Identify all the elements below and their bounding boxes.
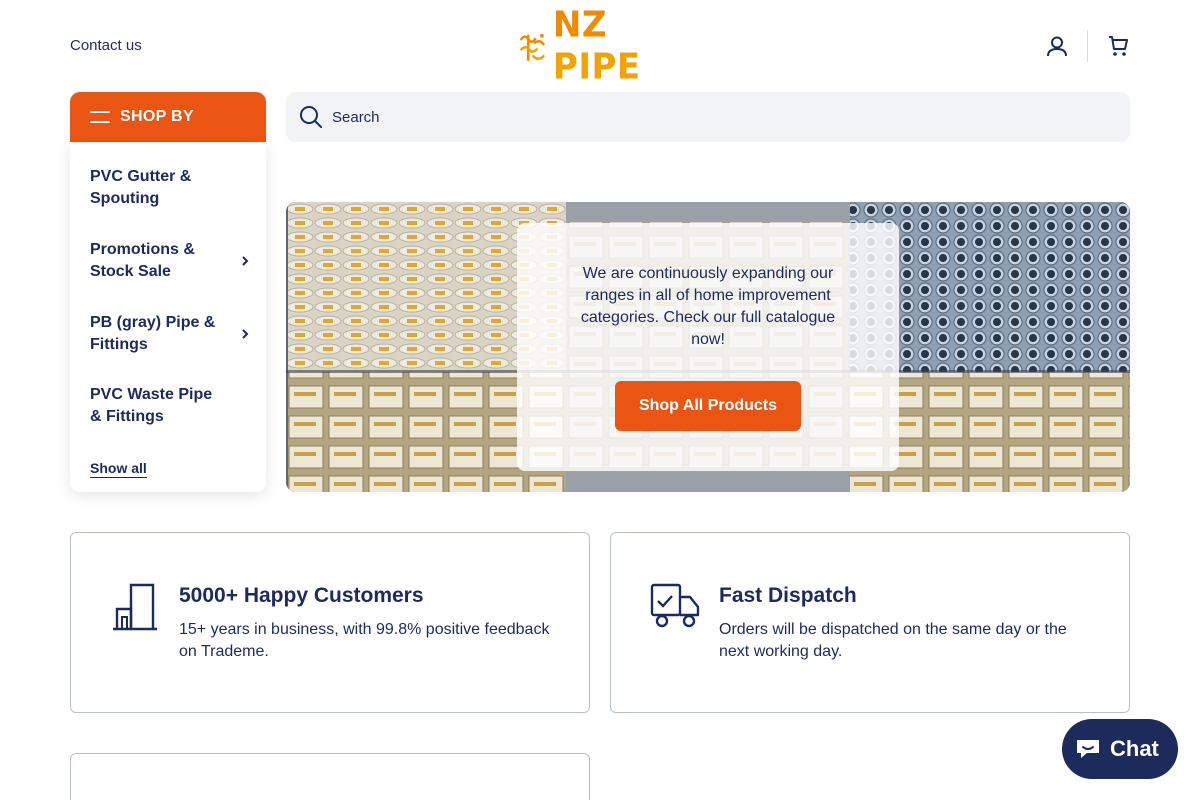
search-bar[interactable]	[286, 92, 1130, 142]
logo-wordmark: NZ PIPE	[553, 4, 684, 88]
search-icon[interactable]	[298, 104, 324, 130]
feature-title: 5000+ Happy Customers	[179, 584, 424, 607]
delivery-truck-icon	[650, 583, 700, 628]
logo-mark-icon	[520, 33, 545, 61]
header-actions	[1045, 30, 1130, 62]
shop-by-button[interactable]: SHOP BY	[70, 92, 266, 142]
category-item-promotions[interactable]: Promotions & Stock Sale	[90, 239, 250, 283]
category-label: Promotions & Stock Sale	[90, 241, 195, 280]
logo-pipe: PIPE	[552, 46, 641, 88]
header-divider	[1087, 30, 1088, 62]
feature-description: Orders will be dispatched on the same da…	[719, 621, 1067, 660]
hero-text: We are continuously expanding our ranges…	[580, 265, 836, 348]
search-input[interactable]	[332, 108, 1032, 126]
nz-pipe-logo[interactable]: NZ PIPE	[518, 4, 684, 88]
hero-overlay-card: We are continuously expanding our ranges…	[517, 223, 899, 471]
site-header: Contact us NZ PIPE	[0, 0, 1200, 92]
show-all-link[interactable]: Show all	[90, 460, 147, 478]
user-icon[interactable]	[1045, 34, 1069, 58]
feature-card-customers: 5000+ Happy Customers 15+ years in busin…	[70, 532, 590, 713]
feature-card-dispatch: Fast Dispatch Orders will be dispatched …	[610, 532, 1130, 713]
warehouse-icon	[113, 583, 157, 631]
chat-label: Chat	[1110, 736, 1159, 761]
category-item-pvc-waste[interactable]: PVC Waste Pipe & Fittings	[90, 384, 250, 428]
feature-title: Fast Dispatch	[719, 584, 857, 607]
feature-description: 15+ years in business, with 99.8% positi…	[179, 621, 550, 660]
chevron-right-icon	[242, 329, 249, 339]
category-label: PVC Waste Pipe & Fittings	[90, 386, 213, 425]
menu-icon	[90, 111, 110, 123]
category-label: PB (gray) Pipe & Fittings	[90, 314, 216, 353]
logo-nz: NZ	[552, 4, 608, 46]
contact-us-link[interactable]: Contact us	[70, 37, 142, 54]
chat-bubble-icon	[1077, 740, 1099, 758]
shop-all-products-button[interactable]: Shop All Products	[615, 381, 801, 431]
category-item-pb-pipe[interactable]: PB (gray) Pipe & Fittings	[90, 312, 250, 356]
hero-banner: We are continuously expanding our ranges…	[286, 202, 1130, 492]
category-label: PVC Gutter & Spouting	[90, 168, 192, 207]
feature-card-partial	[70, 753, 590, 800]
category-item-pvc-gutter[interactable]: PVC Gutter & Spouting	[90, 166, 250, 210]
cart-icon[interactable]	[1106, 34, 1130, 58]
shop-by-label: SHOP BY	[120, 108, 194, 125]
chat-button[interactable]: Chat	[1062, 719, 1178, 779]
chevron-right-icon	[242, 256, 249, 266]
category-menu: PVC Gutter & Spouting Promotions & Stock…	[70, 142, 266, 492]
